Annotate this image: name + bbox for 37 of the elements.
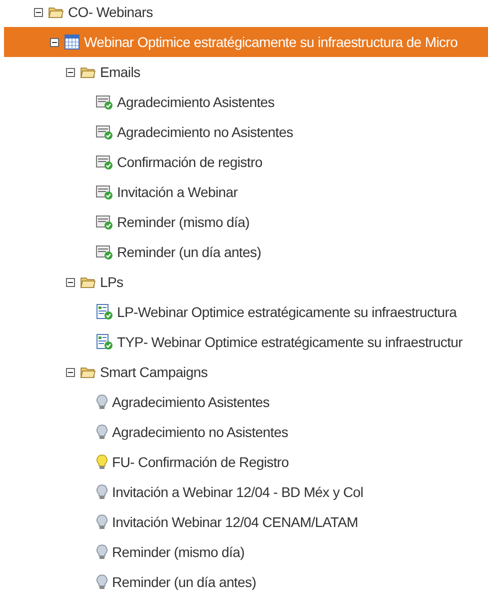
email-check-icon: [96, 214, 113, 230]
tree-item[interactable]: Agradecimiento no Asistentes: [4, 417, 488, 447]
tree-item[interactable]: Invitación Webinar 12/04 CENAM/LATAM: [4, 507, 488, 537]
page-check-icon: [96, 304, 113, 320]
tree-item[interactable]: Agradecimiento no Asistentes: [4, 117, 488, 147]
folder-icon: [48, 5, 64, 19]
tree-item[interactable]: Emails: [4, 57, 488, 87]
email-check-icon: [96, 94, 113, 110]
tree-item[interactable]: Confirmación de registro: [4, 147, 488, 177]
email-check-icon: [96, 184, 113, 200]
collapse-icon[interactable]: [66, 368, 75, 376]
email-check-icon: [96, 154, 113, 170]
folder-icon: [80, 275, 96, 289]
tree-item[interactable]: FU- Confirmación de Registro: [4, 447, 488, 477]
page-check-icon: [96, 334, 113, 350]
tree-item[interactable]: TYP- Webinar Optimice estratégicamente su infraestructur: [4, 327, 488, 357]
tree-item[interactable]: Reminder (un día antes): [4, 237, 488, 267]
tree-item[interactable]: Smart Campaigns: [4, 357, 488, 387]
tree-item[interactable]: Agradecimiento Asistentes: [4, 87, 488, 117]
tree-item[interactable]: Reminder (mismo día): [4, 537, 488, 567]
tree-item[interactable]: Reminder (mismo día): [4, 207, 488, 237]
collapse-icon[interactable]: [66, 278, 75, 286]
collapse-icon[interactable]: [34, 8, 43, 16]
collapse-icon[interactable]: [66, 68, 75, 76]
email-check-icon: [96, 244, 113, 260]
tree-item[interactable]: LPs: [4, 267, 488, 297]
calendar-icon: [64, 34, 80, 50]
tree-item[interactable]: LP-Webinar Optimice estratégicamente su infraestructura: [4, 297, 488, 327]
tree-item[interactable]: CO- Webinars: [4, 0, 488, 27]
tree-item[interactable]: Agradecimiento Asistentes: [4, 387, 488, 417]
folder-icon: [80, 65, 96, 79]
tree-item[interactable]: Reminder (un día antes): [4, 567, 488, 597]
tree-item[interactable]: Invitación a Webinar 12/04 - BD Méx y Col: [4, 477, 488, 507]
tree-item[interactable]: Invitación a Webinar: [4, 177, 488, 207]
collapse-icon[interactable]: [50, 38, 59, 46]
email-check-icon: [96, 124, 113, 140]
folder-icon: [80, 365, 96, 379]
